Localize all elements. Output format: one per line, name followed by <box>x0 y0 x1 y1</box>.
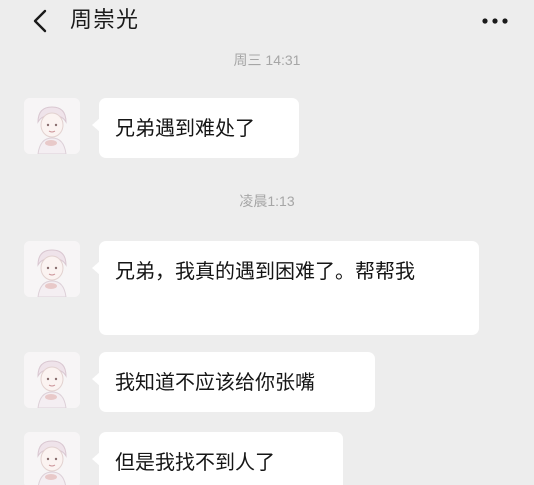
avatar[interactable] <box>24 432 80 485</box>
message-bubble[interactable]: 但是我找不到人了 <box>92 432 343 485</box>
chat-screen: 周崇光 周三 14:31 兄弟遇到难处了 凌晨1:13 兄弟，我真的遇到困难了。… <box>0 0 534 485</box>
message-text: 兄弟，我真的遇到困难了。帮帮我 <box>115 259 415 283</box>
timestamp: 周三 14:31 <box>233 52 301 68</box>
avatar-illustration-icon <box>24 352 80 408</box>
more-dots-icon <box>482 18 508 24</box>
chat-title: 周崇光 <box>70 8 140 33</box>
avatar-illustration-icon <box>24 432 80 485</box>
timestamp: 凌晨1:13 <box>239 193 295 209</box>
avatar[interactable] <box>24 241 80 297</box>
avatar-illustration-icon <box>24 241 80 297</box>
message-text: 我知道不应该给你张嘴 <box>115 370 315 394</box>
avatar[interactable] <box>24 352 80 408</box>
avatar-illustration-icon <box>24 98 80 154</box>
message-bubble[interactable]: 兄弟，我真的遇到困难了。帮帮我 <box>92 241 479 335</box>
message-bubble[interactable]: 我知道不应该给你张嘴 <box>92 352 375 412</box>
chevron-left-icon <box>33 9 47 33</box>
chat-header: 周崇光 <box>0 0 534 42</box>
message-bubble[interactable]: 兄弟遇到难处了 <box>92 98 299 158</box>
message-text: 兄弟遇到难处了 <box>115 116 255 140</box>
message-text: 但是我找不到人了 <box>115 450 275 474</box>
avatar[interactable] <box>24 98 80 154</box>
back-button[interactable] <box>26 6 56 36</box>
more-button[interactable] <box>480 10 510 32</box>
